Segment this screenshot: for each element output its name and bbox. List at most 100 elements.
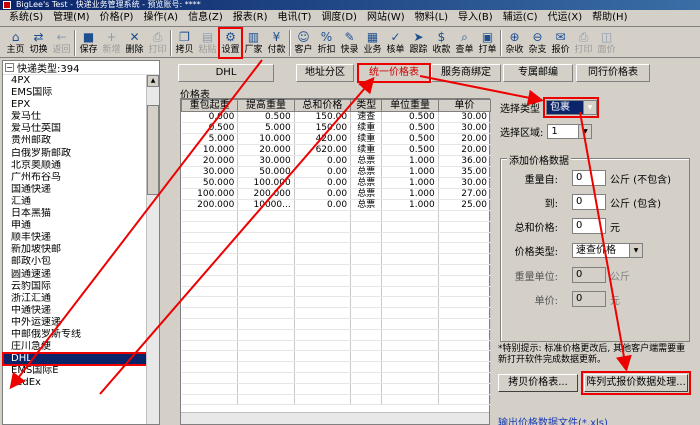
grid-column-header[interactable]: 重包起重 xyxy=(180,99,239,112)
toolbar-discount-button[interactable]: % 折扣 xyxy=(315,28,338,58)
carrier-tree-header[interactable]: − 快递类型:394 xyxy=(3,61,159,75)
carrier-list-scrollbar[interactable]: ▲ xyxy=(146,75,159,424)
toolbar-quick-entry-button[interactable]: ✎ 快录 xyxy=(338,28,361,58)
grid-column-header[interactable]: 单价 xyxy=(437,99,492,112)
tab-item[interactable]: 专属邮编 xyxy=(503,64,573,82)
table-row[interactable] xyxy=(181,361,492,373)
grid-column-header[interactable]: 类型 xyxy=(350,99,383,112)
carrier-list-item[interactable]: 贵州邮政 xyxy=(3,135,147,147)
table-row[interactable] xyxy=(181,253,492,265)
menu-item[interactable]: 价格(P) xyxy=(95,10,139,26)
toolbar-switch-button[interactable]: ⇄ 切换 xyxy=(27,28,50,58)
toolbar-factory-button[interactable]: ▥ 厂家 xyxy=(242,28,265,58)
toolbar-print-button[interactable]: ⎙ 打印 xyxy=(572,28,595,58)
toolbar-add-button[interactable]: + 新增 xyxy=(100,28,123,58)
carrier-list-item[interactable]: 国通快递 xyxy=(3,184,147,196)
carrier-list-item[interactable]: 日本黑猫 xyxy=(3,208,147,220)
menu-item[interactable]: 代运(X) xyxy=(543,10,588,26)
carrier-list-item[interactable]: 顺丰快递 xyxy=(3,232,147,244)
table-row[interactable] xyxy=(181,340,492,352)
tab-item[interactable]: 地址分区 xyxy=(296,64,354,82)
tab-item[interactable]: DHL xyxy=(178,64,274,82)
table-row[interactable] xyxy=(181,318,492,330)
tab-item[interactable]: 统一价格表 xyxy=(357,63,431,83)
table-row[interactable] xyxy=(181,210,492,222)
grid-horizontal-scrollbar[interactable] xyxy=(181,412,489,424)
tab-item[interactable]: 同行价格表 xyxy=(576,64,650,82)
menu-item[interactable]: 网站(W) xyxy=(362,10,410,26)
carrier-list-item[interactable]: 邮政小包 xyxy=(3,256,147,268)
menu-item[interactable]: 调度(D) xyxy=(316,10,362,26)
scroll-up-icon[interactable]: ▲ xyxy=(147,75,159,87)
total-price-input[interactable]: 0 xyxy=(572,218,606,234)
toolbar-save-button[interactable]: ■ 保存 xyxy=(77,28,100,58)
menu-item[interactable]: 物料(L) xyxy=(410,10,453,26)
table-row[interactable]: 10.000 20.000 620.00 续重 0.500 20.00 xyxy=(181,144,492,156)
copy-price-table-button[interactable]: 拷贝价格表... xyxy=(498,374,578,392)
chevron-down-icon[interactable]: ▼ xyxy=(629,243,643,258)
table-row[interactable]: 50.000 100.000 0.00 总票 1.000 30.00 xyxy=(181,177,492,189)
scroll-thumb[interactable] xyxy=(147,105,159,195)
toolbar-business-button[interactable]: ▦ 业务 xyxy=(361,28,384,58)
table-row[interactable]: 0.500 5.000 150.00 续重 0.500 30.00 xyxy=(181,122,492,134)
table-row[interactable] xyxy=(181,372,492,384)
weight-from-input[interactable]: 0 xyxy=(572,170,606,186)
carrier-list-item[interactable]: 广州布谷鸟 xyxy=(3,172,147,184)
toolbar-misc-expense-button[interactable]: ⊖ 杂支 xyxy=(526,28,549,58)
toolbar-customer-button[interactable]: ☺ 客户 xyxy=(292,28,315,58)
menu-item[interactable]: 电讯(T) xyxy=(273,10,317,26)
toolbar-receive-button[interactable]: $ 收款 xyxy=(430,28,453,58)
carrier-list-item[interactable]: 北京奥顺通 xyxy=(3,160,147,172)
toolbar-face-price-button[interactable]: ◫ 面价 xyxy=(595,28,618,58)
toolbar-paste-button[interactable]: ▤ 粘贴 xyxy=(196,28,219,58)
table-row[interactable] xyxy=(181,242,492,255)
menu-item[interactable]: 帮助(H) xyxy=(587,10,632,26)
table-row[interactable] xyxy=(181,286,492,298)
table-row[interactable] xyxy=(181,383,492,395)
carrier-list-item[interactable]: 申通 xyxy=(3,220,147,232)
table-row[interactable] xyxy=(181,275,492,287)
carrier-list-item[interactable]: 爱马仕 xyxy=(3,111,147,123)
carrier-list-item[interactable]: 中外运速递 xyxy=(3,317,147,329)
carrier-list-item[interactable]: 庄川急便 xyxy=(3,341,147,353)
menu-item[interactable]: 报表(R) xyxy=(228,10,273,26)
toolbar-quote-button[interactable]: ✉ 报价 xyxy=(549,28,572,58)
table-row[interactable] xyxy=(181,264,492,276)
collapse-icon[interactable]: − xyxy=(5,63,14,72)
toolbar-copy-button[interactable]: ❐ 拷贝 xyxy=(173,28,196,58)
toolbar-print-button[interactable]: ⎙ 打印 xyxy=(146,28,169,58)
table-row[interactable] xyxy=(181,221,492,233)
table-row[interactable] xyxy=(181,232,492,244)
table-row[interactable] xyxy=(181,307,492,319)
grid-column-header[interactable]: 单位重量 xyxy=(381,99,439,112)
toolbar-query-button[interactable]: ⌕ 查单 xyxy=(453,28,476,58)
grid-column-header[interactable]: 提高重量 xyxy=(237,99,295,112)
table-row[interactable]: 30.000 50.000 0.00 总票 1.000 35.00 xyxy=(181,166,492,178)
table-row[interactable]: 0.000 0.500 150.00 速查 0.500 30.00 xyxy=(181,111,492,123)
menu-item[interactable]: 操作(A) xyxy=(138,10,183,26)
export-price-link[interactable]: 输出价格数据文件(*.xls) xyxy=(498,414,608,425)
chevron-down-icon[interactable]: ▼ xyxy=(583,100,597,115)
table-row[interactable] xyxy=(181,394,492,406)
toolbar-back-button[interactable]: ← 返回 xyxy=(50,28,73,58)
toolbar-home-button[interactable]: ⌂ 主页 xyxy=(4,28,27,58)
tab-item[interactable]: 服务商绑定 xyxy=(431,64,501,82)
price-type-select[interactable]: 速查价格 ▼ xyxy=(572,243,643,258)
unit-weight-input[interactable]: 0 xyxy=(572,267,606,283)
table-row[interactable]: 20.000 30.000 0.00 总票 1.000 36.00 xyxy=(181,155,492,167)
unit-price-input[interactable]: 0 xyxy=(572,291,606,307)
carrier-list-item[interactable]: 中通快递 xyxy=(3,305,147,317)
toolbar-verify-button[interactable]: ✓ 核单 xyxy=(384,28,407,58)
carrier-list-item[interactable]: 圆通速递 xyxy=(3,269,147,281)
grid-column-header[interactable]: 总和价格 xyxy=(293,99,352,112)
carrier-list-item[interactable]: 云豹国际 xyxy=(3,281,147,293)
carrier-list-item[interactable]: FedEx xyxy=(3,377,147,389)
type-select[interactable]: 包裹 ▼ xyxy=(543,97,599,118)
carrier-list-item[interactable]: 浙江汇通 xyxy=(3,293,147,305)
menu-item[interactable]: 管理(M) xyxy=(48,10,94,26)
carrier-list-item[interactable]: EPX xyxy=(3,99,147,111)
carrier-list-item[interactable]: DHL xyxy=(2,352,148,367)
table-row[interactable]: 5.000 10.000 420.00 续重 0.500 20.00 xyxy=(181,133,492,145)
chevron-down-icon[interactable]: ▼ xyxy=(578,124,593,139)
toolbar-payment-button[interactable]: ¥ 付款 xyxy=(265,28,288,58)
